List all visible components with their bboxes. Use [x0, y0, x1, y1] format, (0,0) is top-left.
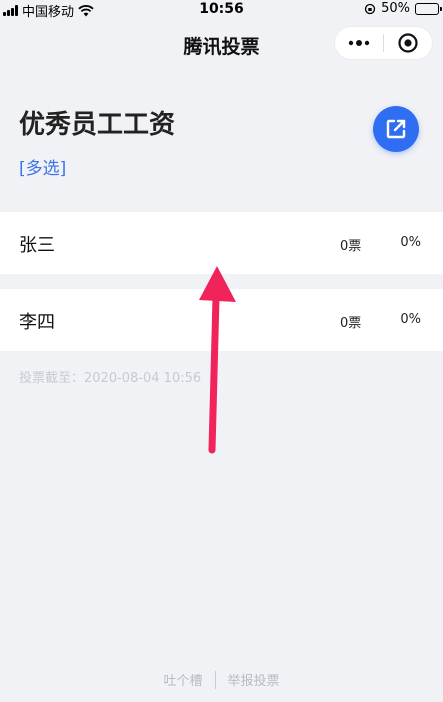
- footer: 吐个槽 举报投票: [0, 670, 443, 689]
- option-name: 张三: [19, 235, 55, 256]
- more-dots-icon: [348, 40, 370, 46]
- status-bar: 中国移动 10:56 50%: [0, 0, 443, 20]
- rotation-lock-icon: [364, 3, 376, 14]
- share-icon: [386, 119, 406, 139]
- option-name: 李四: [19, 312, 55, 333]
- option-votes: 0票: [340, 316, 362, 331]
- battery-icon: [415, 2, 442, 15]
- mini-program-capsule: [334, 26, 433, 60]
- footer-divider: [214, 670, 216, 689]
- annotation-arrow: [199, 266, 236, 454]
- option-percent: 0%: [400, 235, 421, 250]
- option-percent: 0%: [400, 312, 421, 327]
- battery-percent: 50%: [381, 1, 410, 16]
- target-close-icon: [398, 33, 418, 53]
- more-button[interactable]: [335, 27, 383, 59]
- report-link[interactable]: 举报投票: [228, 670, 280, 689]
- close-button[interactable]: [384, 27, 432, 59]
- share-button[interactable]: [373, 106, 419, 152]
- option-votes: 0票: [340, 239, 362, 254]
- feedback-link[interactable]: 吐个槽: [163, 670, 202, 689]
- vote-title: 优秀员工工资: [19, 110, 176, 140]
- multi-select-tag: [多选]: [19, 159, 67, 179]
- status-right: 50%: [364, 1, 442, 16]
